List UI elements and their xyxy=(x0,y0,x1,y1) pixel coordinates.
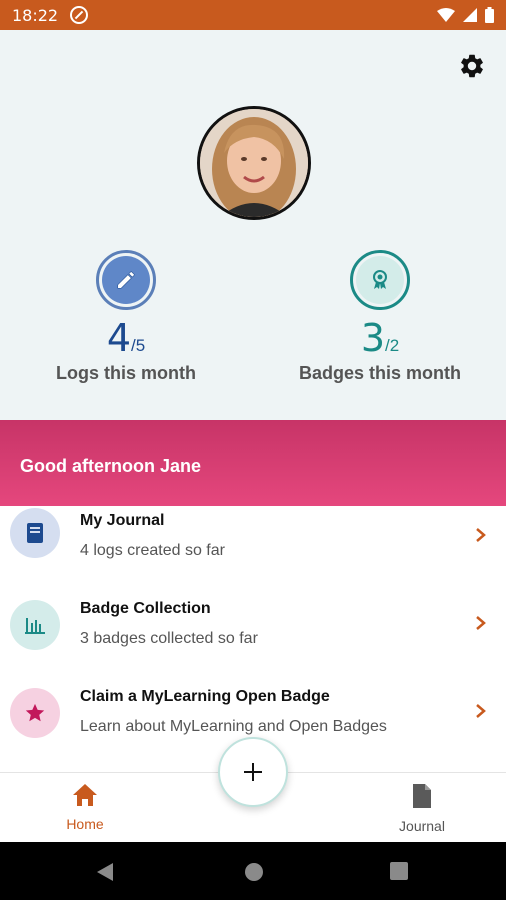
battery-icon xyxy=(485,7,494,23)
badge-icon xyxy=(373,270,387,289)
menu-icon-wrap xyxy=(10,688,60,738)
badges-stat: 3/2 Badges this month xyxy=(270,250,490,384)
avatar-photo xyxy=(200,109,308,217)
avatar[interactable] xyxy=(197,106,311,220)
greeting-text: Good afternoon Jane xyxy=(20,456,202,476)
status-time: 18:22 xyxy=(12,5,59,25)
menu-subtitle: Learn about MyLearning and Open Badges xyxy=(80,718,387,735)
recents-icon[interactable] xyxy=(390,862,408,880)
logs-value: 4 xyxy=(106,316,131,360)
badges-count: 3/2 xyxy=(270,316,490,361)
system-nav-bar xyxy=(0,842,506,900)
menu-title: My Journal xyxy=(80,512,165,529)
add-log-button[interactable] xyxy=(218,737,288,807)
menu-item-badge-collection[interactable]: Badge Collection 3 badges collected so f… xyxy=(0,594,506,682)
pencil-icon xyxy=(117,271,135,289)
nav-journal[interactable]: Journal xyxy=(386,783,458,834)
chevron-right-icon xyxy=(476,528,486,542)
back-icon[interactable] xyxy=(96,862,114,882)
profile-panel: 4/5 Logs this month 3/2 Badges this mont… xyxy=(0,30,506,420)
badges-label: Badges this month xyxy=(298,363,461,383)
nav-home[interactable]: Home xyxy=(50,783,120,832)
home-icon xyxy=(73,784,97,806)
chevron-right-icon xyxy=(476,704,486,718)
document-icon xyxy=(413,784,431,808)
badges-stat-ring xyxy=(350,250,410,310)
chart-icon xyxy=(25,618,45,634)
logs-stat-ring xyxy=(96,250,156,310)
menu-subtitle: 3 badges collected so far xyxy=(80,630,258,647)
menu-list: My Journal 4 logs created so far Badge C… xyxy=(0,506,506,770)
gear-icon xyxy=(461,54,483,78)
logs-count: 4/5 xyxy=(16,316,236,361)
menu-text: Badge Collection 3 badges collected so f… xyxy=(80,600,258,648)
menu-title: Claim a MyLearning Open Badge xyxy=(80,688,330,705)
menu-subtitle: 4 logs created so far xyxy=(80,542,225,559)
badges-value: 3 xyxy=(360,316,385,360)
menu-icon-wrap xyxy=(10,600,60,650)
signal-icon xyxy=(463,8,477,22)
menu-title: Badge Collection xyxy=(80,600,211,617)
logs-total: /5 xyxy=(131,336,146,355)
chevron-right-icon xyxy=(476,616,486,630)
status-bar: 18:22 xyxy=(0,0,506,30)
nav-journal-label: Journal xyxy=(399,818,445,834)
menu-text: Claim a MyLearning Open Badge Learn abou… xyxy=(80,688,387,736)
plus-icon xyxy=(244,763,262,781)
greeting-banner: Good afternoon Jane xyxy=(0,420,506,506)
menu-item-my-journal[interactable]: My Journal 4 logs created so far xyxy=(0,506,506,594)
dnd-icon xyxy=(70,6,89,24)
wifi-icon xyxy=(437,8,455,22)
book-icon xyxy=(27,523,43,543)
badges-total: /2 xyxy=(385,336,400,355)
logs-label: Logs this month xyxy=(56,363,196,383)
menu-text: My Journal 4 logs created so far xyxy=(80,512,225,560)
home-circle-icon[interactable] xyxy=(244,862,264,882)
status-icons xyxy=(437,7,494,23)
logs-stat: 4/5 Logs this month xyxy=(16,250,236,384)
menu-icon-wrap xyxy=(10,508,60,558)
star-icon xyxy=(25,703,45,722)
settings-button[interactable] xyxy=(458,52,486,80)
nav-home-label: Home xyxy=(66,816,104,832)
